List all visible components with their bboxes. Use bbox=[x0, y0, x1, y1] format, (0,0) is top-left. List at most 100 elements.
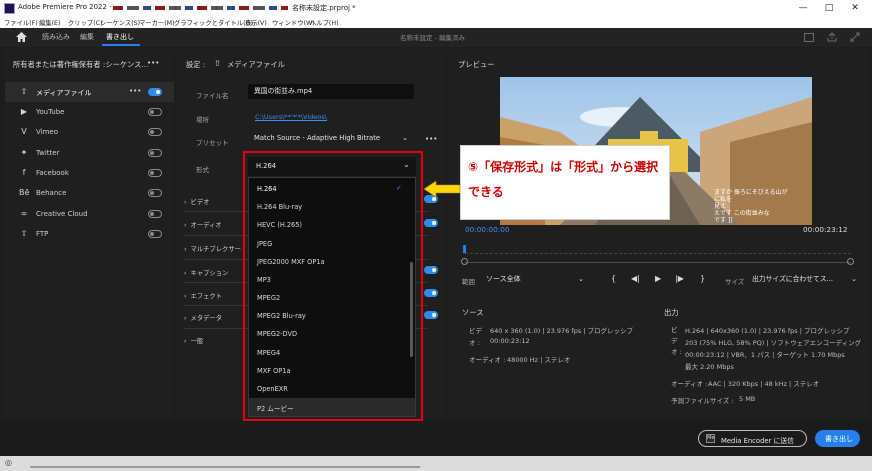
metadata-toggle[interactable] bbox=[424, 311, 438, 319]
step-back-icon[interactable]: ◀| bbox=[631, 274, 640, 283]
behance-toggle[interactable] bbox=[148, 189, 162, 197]
destination-media-file[interactable]: ⇧ メディアファイル ••• bbox=[5, 82, 174, 102]
section-label: キャプション bbox=[190, 270, 229, 277]
menu-marker[interactable]: マーカー(M) bbox=[139, 18, 175, 27]
send-to-media-encoder-button[interactable]: Me Media Encoder に送信 bbox=[698, 430, 807, 447]
chevron-down-icon: ⌄ bbox=[402, 134, 408, 142]
vimeo-icon: V bbox=[21, 127, 27, 136]
quick-export-icon[interactable] bbox=[804, 33, 814, 42]
filename-input[interactable]: 異国の街並み.mp4 bbox=[248, 84, 414, 99]
destination-twitter[interactable]: ✦ Twitter bbox=[5, 143, 174, 163]
preview-label: プレビュー bbox=[458, 60, 495, 69]
section-general[interactable]: › 一般 bbox=[184, 336, 203, 345]
media-file-toggle[interactable] bbox=[148, 88, 162, 96]
preset-value: Match Source - Adaptive High Bitrate bbox=[254, 134, 381, 142]
preview-caption: ますか 振ろにそびえる山が に私を 見え えです この街並みな です ]] bbox=[714, 189, 812, 225]
section-video[interactable]: › ビデオ bbox=[184, 197, 209, 206]
step-forward-icon[interactable]: |▶ bbox=[675, 274, 684, 283]
destination-facebook[interactable]: f Facebook bbox=[5, 163, 174, 183]
section-metadata[interactable]: › メタデータ bbox=[184, 313, 222, 322]
menu-help[interactable]: ヘルプ(H) bbox=[310, 18, 339, 27]
destination-ftp[interactable]: ⇧ FTP bbox=[5, 224, 174, 244]
vimeo-toggle[interactable] bbox=[148, 128, 162, 136]
destinations-more-button[interactable]: ••• bbox=[147, 59, 159, 67]
in-point-handle[interactable] bbox=[461, 258, 468, 265]
range-dropdown[interactable]: ソース全体 ⌄ bbox=[482, 271, 588, 287]
tab-import[interactable]: 読み込み bbox=[42, 32, 70, 42]
callout-arrow-icon bbox=[424, 180, 460, 198]
menu-file[interactable]: ファイル(F) bbox=[4, 18, 38, 27]
close-button[interactable]: ✕ bbox=[844, 2, 866, 15]
caption-text: えです この街並みな bbox=[714, 210, 770, 217]
section-captions[interactable]: › キャプション bbox=[184, 268, 228, 277]
caption-text: に私を bbox=[714, 196, 733, 203]
section-effects[interactable]: › エフェクト bbox=[184, 291, 222, 300]
menu-graphics[interactable]: グラフィックとタイトル(G) bbox=[174, 18, 253, 27]
captions-toggle[interactable] bbox=[424, 266, 438, 274]
section-label: エフェクト bbox=[190, 293, 223, 300]
output-title: 出力 bbox=[664, 308, 679, 317]
destination-behance[interactable]: Bē Behance bbox=[5, 183, 174, 203]
chevron-down-icon: ⌄ bbox=[578, 275, 584, 283]
export-icon: ⇧ bbox=[214, 59, 221, 68]
playhead[interactable] bbox=[463, 245, 466, 253]
destinations-header: 所有者または著作権保有者 :シーケンス... bbox=[13, 60, 149, 69]
menu-view[interactable]: 表示(V) bbox=[245, 18, 267, 27]
tab-edit[interactable]: 編集 bbox=[80, 32, 94, 42]
menu-edit[interactable]: 編集(E) bbox=[39, 18, 61, 27]
output-audio-value: AAC | 320 Kbps | 48 kHz | ステレオ bbox=[708, 380, 820, 388]
size-dropdown[interactable]: 出力サイズに合わせてス... ⌄ bbox=[748, 271, 857, 287]
go-to-in-point-icon[interactable]: { bbox=[611, 274, 616, 283]
youtube-toggle[interactable] bbox=[148, 108, 162, 116]
output-size-value: 5 MB bbox=[739, 395, 756, 403]
preset-dropdown[interactable]: Match Source - Adaptive High Bitrate ⌄ bbox=[248, 131, 414, 146]
destination-label: Facebook bbox=[36, 169, 69, 177]
maximize-button[interactable]: □ bbox=[818, 2, 840, 15]
size-label: サイズ bbox=[725, 278, 745, 286]
status-bar: ◎ bbox=[0, 456, 872, 471]
play-icon[interactable]: ▶ bbox=[655, 274, 661, 283]
minimize-button[interactable]: — bbox=[792, 2, 814, 15]
facebook-icon: f bbox=[22, 168, 26, 177]
status-progress bbox=[30, 466, 420, 468]
menu-sequence[interactable]: シーケンス(S) bbox=[100, 18, 140, 27]
home-icon[interactable] bbox=[16, 32, 27, 42]
destination-vimeo[interactable]: V Vimeo bbox=[5, 122, 174, 142]
window-title-suffix: 名称未設定.prproj * bbox=[292, 4, 356, 12]
output-video-label: ビ デ オ : bbox=[671, 326, 682, 356]
effects-toggle[interactable] bbox=[424, 289, 438, 297]
facebook-toggle[interactable] bbox=[148, 169, 162, 177]
range-track[interactable] bbox=[465, 262, 851, 263]
timeline-ruler[interactable] bbox=[465, 242, 851, 254]
share-icon[interactable] bbox=[827, 32, 837, 42]
media-file-more-button[interactable]: ••• bbox=[129, 87, 141, 95]
go-to-out-point-icon[interactable]: } bbox=[700, 274, 705, 283]
destination-youtube[interactable]: ▶ YouTube bbox=[5, 102, 174, 122]
section-multiplexer[interactable]: › マルチプレクサー bbox=[184, 244, 241, 253]
twitter-icon: ✦ bbox=[20, 148, 28, 157]
source-video-label: ビデ オ : bbox=[469, 327, 482, 347]
menu-clip[interactable]: クリップ(C) bbox=[68, 18, 103, 27]
timecode-current[interactable]: 00:00:00:00 bbox=[465, 225, 510, 234]
preset-more-button[interactable]: ••• bbox=[425, 135, 437, 143]
destination-label: FTP bbox=[36, 230, 49, 238]
source-audio-label: オーディオ : bbox=[469, 356, 506, 364]
location-link[interactable]: C:\Users\**'*'*\Videos\ bbox=[255, 113, 327, 121]
ftp-toggle[interactable] bbox=[148, 230, 162, 238]
output-size-label: 予測ファイルサイズ : bbox=[671, 397, 734, 405]
output-video-line: 00:00:23:12 | VBR、1 パス | ターゲット 1.70 Mbps bbox=[685, 351, 845, 359]
section-audio[interactable]: › オーディオ bbox=[184, 220, 222, 229]
creative-cloud-icon: ∞ bbox=[20, 209, 28, 218]
audio-toggle[interactable] bbox=[424, 219, 438, 227]
creative-cloud-toggle[interactable] bbox=[148, 210, 162, 218]
destination-creative-cloud[interactable]: ∞ Creative Cloud bbox=[5, 204, 174, 224]
tab-export[interactable]: 書き出し bbox=[106, 32, 134, 42]
menu-window[interactable]: ウィンドウ(W) bbox=[272, 18, 315, 27]
out-point-handle[interactable] bbox=[847, 258, 854, 265]
callout-annotation: ⑤「保存形式」は「形式」から選択できる bbox=[460, 145, 670, 220]
twitter-toggle[interactable] bbox=[148, 149, 162, 157]
fullscreen-icon[interactable] bbox=[850, 32, 860, 42]
export-button[interactable]: 書き出し bbox=[815, 430, 860, 447]
media-encoder-icon: Me bbox=[706, 434, 715, 443]
project-status: 名称未設定 - 編集済み bbox=[400, 34, 465, 42]
